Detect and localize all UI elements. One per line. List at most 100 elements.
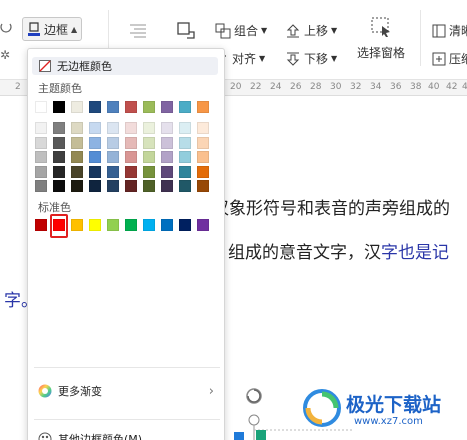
group-button[interactable]: 组合 ▼ (215, 22, 267, 39)
bring-up-button[interactable]: 上移 ▼ (285, 22, 337, 39)
selected-color-indicator (50, 214, 68, 238)
theme-shade-swatch[interactable] (71, 122, 83, 134)
theme-shade-swatch[interactable] (143, 165, 155, 178)
theme-shade-swatch[interactable] (143, 122, 155, 134)
standard-color-swatch[interactable] (125, 219, 137, 231)
theme-shade-swatch[interactable] (35, 151, 47, 163)
standard-color-swatch[interactable] (161, 219, 173, 231)
theme-shade-swatch[interactable] (35, 136, 47, 149)
theme-shade-swatch[interactable] (197, 165, 209, 178)
theme-shade-swatch[interactable] (143, 151, 155, 163)
watermark-logo: 极光下载站 www.xz7.com (302, 384, 467, 440)
theme-shade-swatch[interactable] (197, 122, 209, 134)
theme-shade-swatch[interactable] (107, 165, 119, 178)
theme-shade-swatch[interactable] (89, 151, 101, 163)
theme-shade-swatch[interactable] (53, 122, 65, 134)
theme-shade-swatch[interactable] (107, 151, 119, 163)
more-gradients-item[interactable]: 更多渐变 › (38, 383, 214, 399)
theme-shade-swatch[interactable] (161, 122, 173, 134)
theme-shade-swatch[interactable] (71, 180, 83, 192)
theme-shade-swatch[interactable] (107, 136, 119, 149)
theme-shade-swatch[interactable] (89, 180, 101, 192)
rotate-icon[interactable] (175, 20, 197, 40)
theme-shade-swatch[interactable] (125, 165, 137, 178)
standard-color-swatch[interactable] (197, 219, 209, 231)
compress-icon (432, 52, 446, 65)
theme-shade-swatch[interactable] (161, 136, 173, 149)
theme-shade-swatch[interactable] (53, 136, 65, 149)
theme-color-swatch[interactable] (143, 101, 155, 113)
theme-shade-swatch[interactable] (107, 180, 119, 192)
theme-shade-swatch[interactable] (197, 180, 209, 192)
border-button[interactable]: 边框 ▲ (22, 17, 83, 41)
theme-shade-swatch[interactable] (197, 151, 209, 163)
theme-shade-swatch[interactable] (35, 180, 47, 192)
standard-color-swatch[interactable] (71, 219, 83, 231)
border-label: 边框 (44, 22, 69, 37)
theme-shade-swatch[interactable] (179, 165, 191, 178)
settings-icon[interactable]: ✲ (0, 48, 10, 62)
theme-shade-swatch[interactable] (71, 165, 83, 178)
theme-shade-swatch[interactable] (89, 122, 101, 134)
theme-shade-swatch[interactable] (125, 122, 137, 134)
watermark-swirl-icon (303, 389, 341, 427)
bring-up-icon (286, 23, 300, 37)
theme-color-swatch[interactable] (107, 101, 119, 113)
theme-shade-swatch[interactable] (125, 136, 137, 149)
theme-shade-swatch[interactable] (89, 136, 101, 149)
ruler-number: 2 (15, 82, 21, 92)
theme-shade-swatch[interactable] (107, 122, 119, 134)
theme-shade-swatch[interactable] (161, 180, 173, 192)
selection-pane-icon (371, 17, 390, 37)
standard-color-swatch[interactable] (107, 219, 119, 231)
theme-color-swatch[interactable] (179, 101, 191, 113)
theme-shade-swatch[interactable] (35, 165, 47, 178)
theme-shade-swatch[interactable] (143, 136, 155, 149)
theme-color-swatch[interactable] (35, 101, 47, 113)
theme-shade-swatch[interactable] (53, 151, 65, 163)
theme-shade-swatch[interactable] (197, 136, 209, 149)
theme-shade-swatch[interactable] (71, 151, 83, 163)
standard-color-swatch[interactable] (89, 219, 101, 231)
other-border-colors-item[interactable]: 其他边框颜色(M)... (38, 431, 153, 440)
theme-color-swatch[interactable] (71, 101, 83, 113)
chevron-down-icon: ▼ (331, 26, 338, 35)
theme-shade-swatch[interactable] (161, 165, 173, 178)
theme-shade-swatch[interactable] (35, 122, 47, 134)
no-border-color-label: 无边框颜色 (57, 60, 112, 73)
theme-shade-swatch[interactable] (179, 122, 191, 134)
chevron-down-icon: ▼ (261, 26, 268, 35)
clear-button[interactable]: 清晰 (432, 22, 467, 39)
send-down-button[interactable]: 下移 ▼ (285, 50, 337, 67)
no-border-color-option[interactable]: 无边框颜色 (32, 57, 218, 75)
ruler-number: 34 (370, 82, 382, 92)
align-text-icon[interactable] (128, 22, 148, 38)
ruler-number: 20 (230, 82, 242, 92)
selection-pane-button[interactable]: 选择窗格 (357, 16, 405, 61)
theme-shade-swatch[interactable] (53, 165, 65, 178)
theme-shade-swatch[interactable] (125, 151, 137, 163)
theme-color-swatch[interactable] (161, 101, 173, 113)
theme-shade-swatch[interactable] (179, 180, 191, 192)
standard-color-swatch[interactable] (143, 219, 155, 231)
standard-color-swatch[interactable] (179, 219, 191, 231)
theme-shade-swatch[interactable] (53, 180, 65, 192)
theme-shade-swatch[interactable] (143, 180, 155, 192)
theme-shade-swatch[interactable] (125, 180, 137, 192)
bring-up-label: 上移 (304, 24, 329, 38)
theme-color-swatch[interactable] (197, 101, 209, 113)
theme-shade-swatch[interactable] (161, 151, 173, 163)
theme-shade-swatch[interactable] (179, 136, 191, 149)
theme-shade-swatch[interactable] (89, 165, 101, 178)
wrap-icon[interactable] (0, 22, 12, 36)
standard-colors-heading: 标准色 (38, 201, 71, 214)
standard-color-swatch[interactable] (35, 219, 47, 231)
theme-color-swatch[interactable] (89, 101, 101, 113)
theme-color-swatch[interactable] (125, 101, 137, 113)
chevron-down-icon: ▼ (331, 54, 338, 63)
theme-color-swatch[interactable] (53, 101, 65, 113)
compress-button[interactable]: 压缩 (432, 50, 467, 67)
theme-shade-swatch[interactable] (71, 136, 83, 149)
text-fragment: 组成的意音文字，汉 (228, 243, 381, 263)
theme-shade-swatch[interactable] (179, 151, 191, 163)
